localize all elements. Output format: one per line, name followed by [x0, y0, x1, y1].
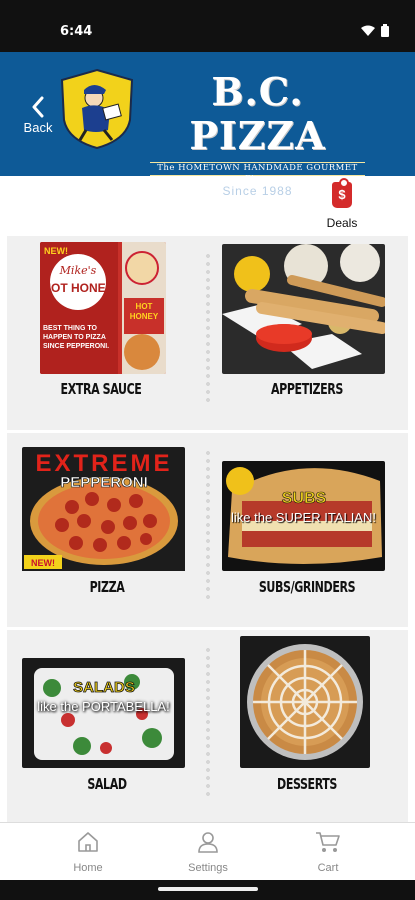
home-gesture-handle[interactable] — [158, 887, 258, 891]
tab-cart[interactable]: Cart — [268, 831, 388, 874]
tab-home[interactable]: Home — [28, 831, 148, 874]
menu-caption: DESSERTS — [277, 775, 337, 793]
dessert-pizza-image — [240, 636, 370, 768]
promo-sub-text: PEPPERONI — [60, 474, 148, 491]
wifi-icon — [361, 25, 375, 36]
salads-image: SALADS like the PORTABELLA! — [22, 658, 185, 768]
cart-icon — [316, 832, 340, 852]
tab-settings[interactable]: Settings — [148, 831, 268, 874]
menu-item-pizza[interactable]: EXTREME PEPPERONI NEW! PIZZA — [7, 433, 207, 627]
status-icons — [361, 24, 389, 37]
menu-caption: SALAD — [87, 775, 127, 793]
promo-body-text: like the SUPER ITALIAN! — [231, 510, 376, 525]
tab-home-label: Home — [73, 862, 103, 874]
promo-new-text: NEW! — [31, 558, 55, 568]
menu-caption: APPETIZERS — [270, 380, 343, 398]
bottom-tab-bar: Home Settings Cart — [0, 822, 415, 880]
deals-label: Deals — [326, 216, 358, 230]
promo-title-text: EXTREME — [35, 450, 172, 477]
back-button[interactable]: Back — [18, 96, 58, 135]
brand-tagline: The HOMETOWN HANDMADE GOURMET Pizza — [150, 162, 365, 184]
home-icon — [78, 832, 98, 852]
battery-icon — [381, 24, 389, 37]
menu-row: NEW! Mike's HOT HONEY BEST THING TO HAPP… — [7, 236, 408, 430]
status-time: 6:44 — [60, 24, 93, 39]
logo-badge-icon — [60, 68, 134, 150]
status-bar: 6:44 — [0, 0, 415, 52]
menu-item-extra-sauce[interactable]: NEW! Mike's HOT HONEY BEST THING TO HAPP… — [19, 236, 219, 430]
subs-image: SUBS like the SUPER ITALIAN! — [222, 461, 385, 571]
menu-item-salad[interactable]: SALADS like the PORTABELLA! SALAD — [7, 630, 207, 824]
deals-button[interactable]: $ Deals — [327, 178, 357, 230]
extreme-pepperoni-image: EXTREME PEPPERONI NEW! — [22, 447, 185, 577]
brand-block: B.C. PIZZA The HOMETOWN HANDMADE GOURMET… — [150, 70, 365, 198]
user-icon — [198, 832, 218, 853]
promo-title-text: SUBS — [282, 490, 327, 507]
promo-new-text: NEW! — [44, 246, 68, 256]
promo-brand-text: Mike's — [59, 264, 97, 277]
promo-title-text: HOT HONEY — [42, 281, 113, 295]
app-header: Back B.C. PIZZA The HOMETOWN HANDMADE GO… — [0, 52, 415, 198]
system-nav-bar — [0, 880, 415, 900]
menu-caption: PIZZA — [89, 578, 125, 596]
chevron-left-icon — [32, 96, 44, 118]
menu-item-desserts[interactable]: DESSERTS — [207, 630, 407, 824]
menu-item-appetizers[interactable]: APPETIZERS — [207, 236, 407, 430]
tab-cart-label: Cart — [317, 862, 339, 874]
menu-caption: EXTRA SAUCE — [60, 380, 142, 398]
promo-body-text: like the PORTABELLA! — [37, 699, 170, 714]
hot-honey-promo-image: NEW! Mike's HOT HONEY BEST THING TO HAPP… — [40, 242, 166, 374]
tab-settings-label: Settings — [188, 862, 228, 874]
promo-title-text: SALADS — [73, 679, 135, 696]
brand-name: B.C. PIZZA — [189, 69, 326, 158]
menu-caption: SUBS/GRINDERS — [258, 578, 356, 596]
promo-side-text: HOT HONEY — [129, 302, 159, 321]
menu-item-subs[interactable]: SUBS like the SUPER ITALIAN! SUBS/GRINDE… — [207, 433, 407, 627]
menu-row: SALADS like the PORTABELLA! SALAD DESSER… — [7, 630, 408, 824]
menu-row: EXTREME PEPPERONI NEW! PIZZA SUBS like t… — [7, 433, 408, 627]
price-tag-icon: $ — [332, 178, 352, 208]
promo-body-text: BEST THING TO HAPPEN TO PIZZA SINCE PEPP… — [43, 325, 110, 350]
breadsticks-image — [222, 244, 385, 374]
back-label: Back — [23, 120, 53, 135]
